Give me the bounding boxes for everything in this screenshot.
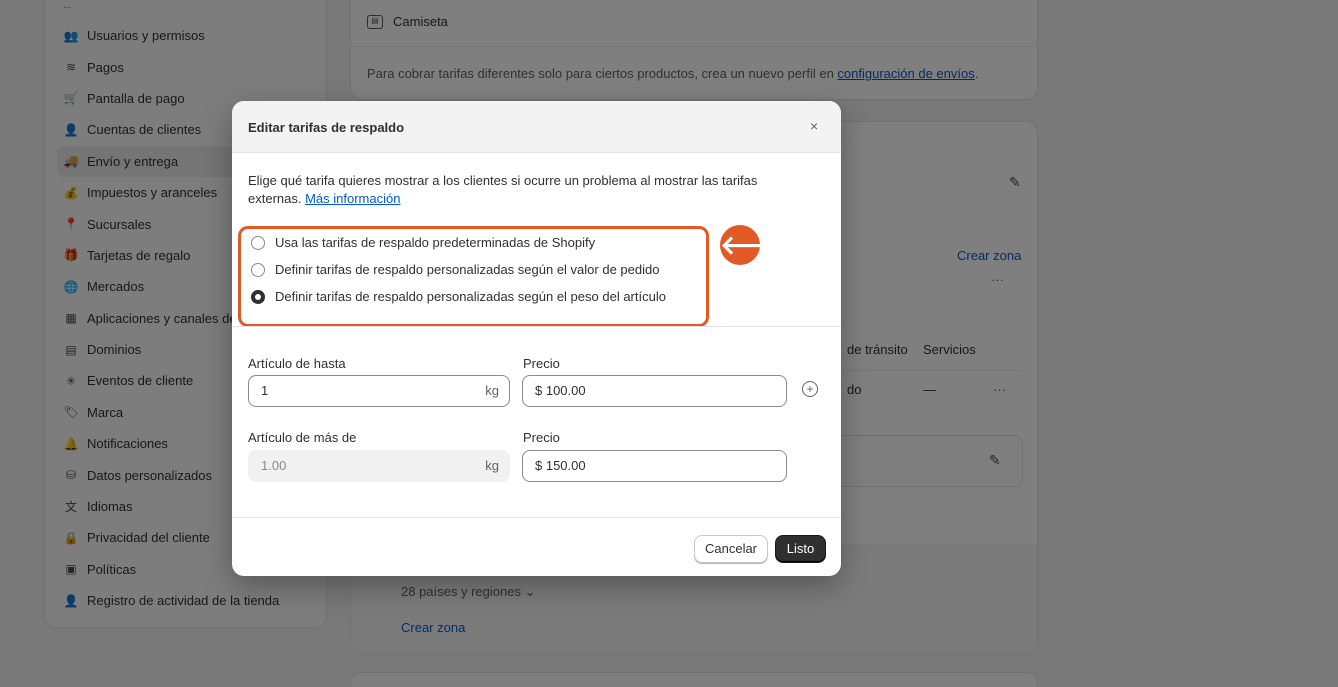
done-button[interactable]: Listo xyxy=(775,535,826,563)
radio-options-highlight: Usa las tarifas de respaldo predetermina… xyxy=(238,226,709,327)
modal-description: Elige qué tarifa quieres mostrar a los c… xyxy=(248,173,758,206)
fallback-rates-modal: Editar tarifas de respaldo × Elige qué t… xyxy=(232,101,841,576)
modal-header: Editar tarifas de respaldo × xyxy=(232,101,841,153)
weight-over-input: 1.00 kg xyxy=(248,450,510,482)
price-input-1[interactable]: $ 100.00 xyxy=(522,375,787,407)
unit-kg: kg xyxy=(485,458,499,473)
cancel-button[interactable]: Cancelar xyxy=(694,535,768,563)
modal-divider xyxy=(232,326,841,327)
radio-button[interactable] xyxy=(251,262,265,277)
price-input-2[interactable]: $ 150.00 xyxy=(522,450,787,482)
radio-label: Usa las tarifas de respaldo predetermina… xyxy=(275,235,596,250)
radio-label: Definir tarifas de respaldo personalizad… xyxy=(275,289,666,304)
more-info-link[interactable]: Más información xyxy=(305,191,400,206)
radio-button[interactable] xyxy=(251,289,265,304)
modal-title: Editar tarifas de respaldo xyxy=(248,120,405,135)
arrow-left-icon: 🡐 xyxy=(720,225,790,265)
radio-label: Definir tarifas de respaldo personalizad… xyxy=(275,262,660,277)
radio-option-order-value[interactable]: Definir tarifas de respaldo personalizad… xyxy=(251,262,659,277)
weight-over-label: Artículo de más de xyxy=(248,430,357,445)
price-label-2: Precio xyxy=(523,430,560,445)
radio-option-item-weight[interactable]: Definir tarifas de respaldo personalizad… xyxy=(251,289,666,304)
radio-option-default[interactable]: Usa las tarifas de respaldo predetermina… xyxy=(251,235,595,250)
weight-up-to-label: Artículo de hasta xyxy=(248,356,346,371)
weight-up-to-input[interactable]: 1 kg xyxy=(248,375,510,407)
add-row-icon[interactable]: + xyxy=(802,381,818,397)
unit-kg: kg xyxy=(485,383,499,398)
close-icon[interactable]: × xyxy=(810,118,818,134)
price-label-1: Precio xyxy=(523,356,560,371)
footer-divider xyxy=(232,517,841,518)
radio-button[interactable] xyxy=(251,235,265,250)
